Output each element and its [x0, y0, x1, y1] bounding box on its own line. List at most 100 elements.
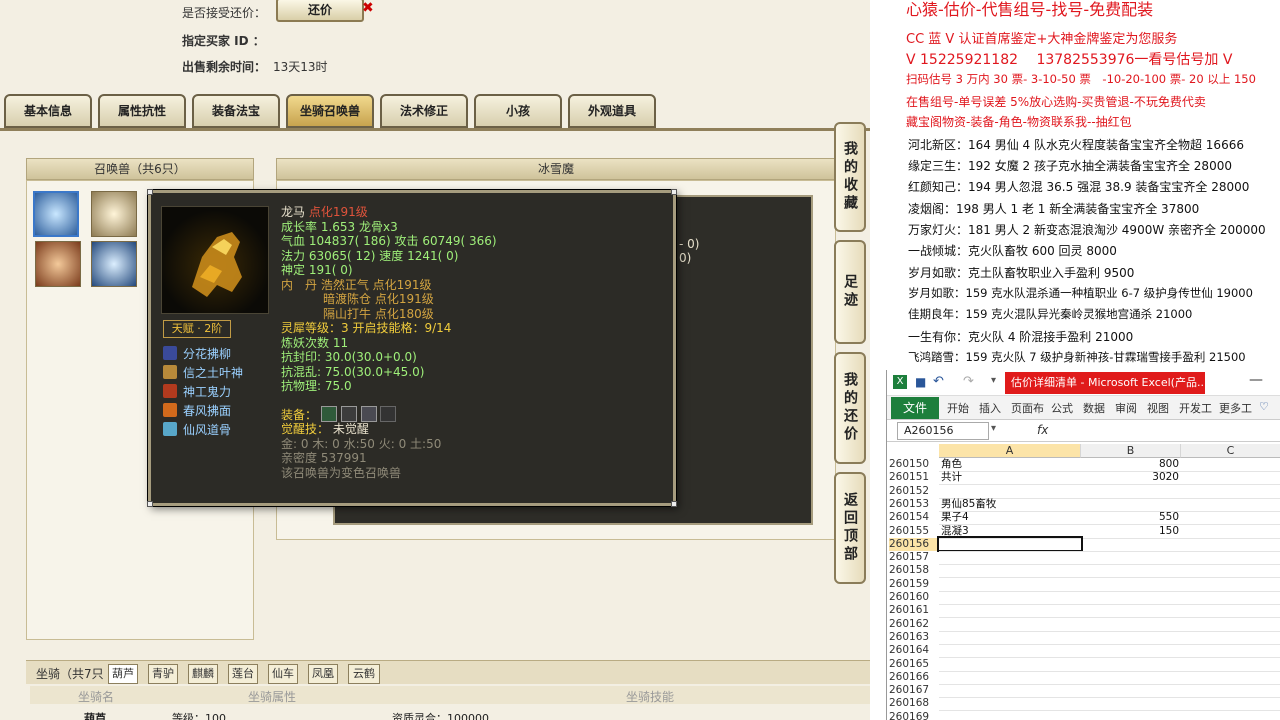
summon-thumb-1[interactable] — [33, 191, 79, 237]
table-row[interactable]: 260166 — [887, 671, 1280, 684]
table-row[interactable]: 260156 — [887, 535, 1280, 552]
cell-a[interactable]: 果子4 — [939, 511, 1081, 524]
table-row[interactable]: 260167 — [887, 684, 1280, 697]
tab-child[interactable]: 小孩 — [474, 94, 562, 128]
row-number[interactable]: 260158 — [889, 564, 939, 577]
row-number[interactable]: 260156 — [889, 537, 939, 551]
row-number[interactable]: 260164 — [889, 644, 939, 657]
table-row[interactable]: 260155 混凝3 150 — [887, 525, 1280, 538]
footprint-button[interactable]: 足迹 — [834, 240, 866, 344]
table-row[interactable]: 260154 果子4 550 — [887, 511, 1280, 524]
my-offers-button[interactable]: 我的还价 — [834, 352, 866, 464]
mount-tab[interactable]: 青驴 — [148, 664, 178, 684]
summon-thumb-4[interactable] — [91, 241, 137, 287]
mount-tab[interactable]: 葫芦 — [108, 664, 138, 684]
cell-a[interactable] — [937, 535, 1083, 552]
tab-equipment[interactable]: 装备法宝 — [192, 94, 280, 128]
row-number[interactable]: 260169 — [889, 711, 939, 720]
table-row[interactable]: 260158 — [887, 564, 1280, 577]
row-number[interactable]: 260157 — [889, 551, 939, 564]
neidan-line-2: 暗渡陈仓 点化191级 — [323, 292, 434, 306]
cell-b[interactable]: 150 — [1081, 525, 1181, 538]
ribbon-tab-file[interactable]: 文件 — [891, 397, 939, 419]
table-row[interactable]: 260165 — [887, 658, 1280, 671]
tab-spell-mods[interactable]: 法术修正 — [380, 94, 468, 128]
table-row[interactable]: 260169 — [887, 711, 1280, 720]
row-number[interactable]: 260151 — [889, 471, 939, 484]
table-row[interactable]: 260150 角色 800 — [887, 458, 1280, 471]
name-box[interactable]: A260156 — [897, 422, 989, 440]
mount-tab[interactable]: 云鹤 — [348, 664, 380, 684]
cell-a[interactable]: 混凝3 — [939, 525, 1081, 538]
minimize-icon[interactable]: — — [1249, 372, 1263, 388]
ribbon-tab-home[interactable]: 开始 — [947, 400, 969, 416]
help-icon[interactable]: ♡ — [1259, 400, 1269, 413]
fx-icon[interactable]: fx — [1037, 423, 1048, 437]
skill-icon — [163, 384, 177, 398]
table-row[interactable]: 260164 — [887, 644, 1280, 657]
tab-basic-info[interactable]: 基本信息 — [4, 94, 92, 128]
customize-icon[interactable]: ▾ — [991, 375, 996, 386]
row-number[interactable]: 260155 — [889, 525, 939, 538]
ribbon-tab-developer[interactable]: 开发工 — [1179, 400, 1212, 416]
table-row[interactable]: 260162 — [887, 618, 1280, 631]
name-box-dropdown-icon[interactable]: ▾ — [991, 423, 996, 434]
row-number[interactable]: 260153 — [889, 498, 939, 511]
ribbon-tab-view[interactable]: 视图 — [1147, 400, 1169, 416]
window-gap — [870, 0, 886, 720]
tab-appearance[interactable]: 外观道具 — [568, 94, 656, 128]
ribbon-tab-review[interactable]: 审阅 — [1115, 400, 1137, 416]
undo-icon[interactable]: ↶ — [933, 374, 944, 389]
ribbon-tab-formulas[interactable]: 公式 — [1051, 400, 1073, 416]
row-number[interactable]: 260163 — [889, 631, 939, 644]
tab-attributes[interactable]: 属性抗性 — [98, 94, 186, 128]
mount-tab[interactable]: 仙车 — [268, 664, 298, 684]
row-number[interactable]: 260162 — [889, 618, 939, 631]
close-icon[interactable]: ✖ — [362, 0, 374, 16]
column-header-b[interactable]: B — [1081, 444, 1181, 458]
cell-b[interactable]: 800 — [1081, 458, 1181, 471]
save-icon[interactable]: ■ — [915, 375, 926, 389]
row-number[interactable]: 260168 — [889, 697, 939, 710]
table-row[interactable]: 260152 — [887, 485, 1280, 498]
row-number[interactable]: 260161 — [889, 604, 939, 617]
column-header-a[interactable]: A — [939, 444, 1081, 458]
ribbon-tab-layout[interactable]: 页面布 — [1011, 400, 1044, 416]
cell-a[interactable]: 男仙85畜牧 — [939, 498, 1081, 511]
my-favorites-button[interactable]: 我的收藏 — [834, 122, 866, 232]
cell-a[interactable]: 角色 — [939, 458, 1081, 471]
cell-b[interactable]: 550 — [1081, 511, 1181, 524]
row-number[interactable]: 260154 — [889, 511, 939, 524]
ribbon-tab-insert[interactable]: 插入 — [979, 400, 1001, 416]
row-number[interactable]: 260165 — [889, 658, 939, 671]
back-to-top-button[interactable]: 返回顶部 — [834, 472, 866, 584]
column-header-c[interactable]: C — [1181, 444, 1280, 458]
cell-b[interactable]: 3020 — [1081, 471, 1181, 484]
table-row[interactable]: 260151 共计 3020 — [887, 471, 1280, 484]
table-row[interactable]: 260163 — [887, 631, 1280, 644]
row-number[interactable]: 260150 — [889, 458, 939, 471]
row-number[interactable]: 260166 — [889, 671, 939, 684]
tab-mounts-summons[interactable]: 坐骑召唤兽 — [286, 94, 374, 128]
summon-thumb-3[interactable] — [35, 241, 81, 287]
cell-a[interactable]: 共计 — [939, 471, 1081, 484]
mount-tab[interactable]: 麒麟 — [188, 664, 218, 684]
mount-tab[interactable]: 凤凰 — [308, 664, 338, 684]
ribbon-tab-more[interactable]: 更多工 — [1219, 400, 1252, 416]
counter-offer-button[interactable]: 还价 — [276, 0, 364, 22]
table-row[interactable]: 260153 男仙85畜牧 — [887, 498, 1280, 511]
spreadsheet-grid[interactable]: A B C 260150 角色 800 260151 共计 3020 260152 26015… — [887, 442, 1280, 720]
table-row[interactable]: 260168 — [887, 697, 1280, 710]
table-row[interactable]: 260160 — [887, 591, 1280, 604]
table-row[interactable]: 260159 — [887, 578, 1280, 591]
table-row[interactable]: 260157 — [887, 551, 1280, 564]
row-number[interactable]: 260160 — [889, 591, 939, 604]
row-number[interactable]: 260159 — [889, 578, 939, 591]
table-row[interactable]: 260161 — [887, 604, 1280, 617]
redo-icon[interactable]: ↷ — [963, 374, 974, 389]
mount-tab[interactable]: 莲台 — [228, 664, 258, 684]
row-number[interactable]: 260167 — [889, 684, 939, 697]
ribbon-tab-data[interactable]: 数据 — [1083, 400, 1105, 416]
summon-thumb-2[interactable] — [91, 191, 137, 237]
row-number[interactable]: 260152 — [889, 485, 939, 498]
